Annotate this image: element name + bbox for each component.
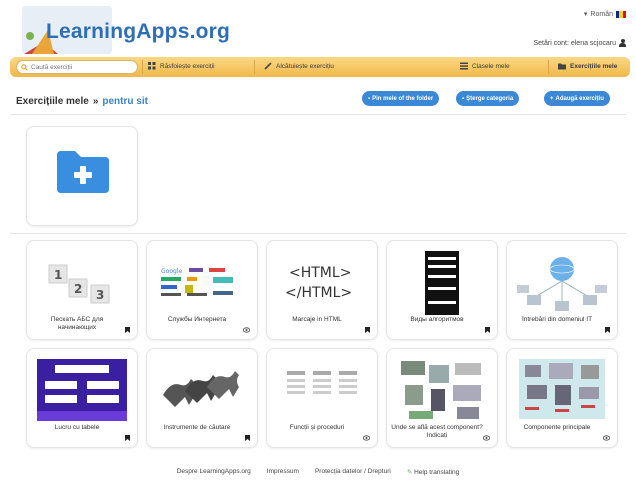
app-thumbnail	[519, 359, 605, 419]
app-title: Unde se află acest component? Indicați	[391, 424, 483, 439]
svg-text:</HTML>: </HTML>	[285, 285, 352, 301]
app-thumbnail: <HTML> </HTML>	[285, 265, 352, 301]
svg-text:Google: Google	[161, 268, 182, 275]
bookmark-icon	[605, 327, 610, 333]
eye-icon	[363, 435, 370, 441]
search-input[interactable]	[31, 63, 131, 71]
language-label: Român	[590, 10, 613, 18]
app-card[interactable]: Componente principale	[506, 348, 618, 448]
list-icon	[460, 62, 468, 70]
nav-classes-label: Clasele mele	[472, 62, 510, 70]
add-folder-icon	[57, 151, 109, 193]
pencil-icon: ✎	[406, 469, 413, 476]
nav-divider	[142, 60, 143, 74]
move-folder-label: Pin mele of the folder	[372, 95, 434, 102]
nav-browse[interactable]: Răsfoiește exerciții	[148, 62, 215, 70]
nav-my-exercises[interactable]: Exercițiile mele	[558, 62, 617, 70]
nav-create[interactable]: Alcătuiește exercițiu	[264, 62, 334, 70]
bookmark-icon	[125, 327, 130, 333]
svg-text:<HTML>: <HTML>	[289, 265, 351, 281]
eye-icon	[243, 327, 250, 333]
svg-text:3: 3	[96, 288, 104, 302]
app-card[interactable]: 1 2 3 Пескать АБС для начинающих	[26, 240, 138, 340]
page-title[interactable]: Exercițiile mele	[16, 96, 89, 107]
app-card[interactable]: Întrebări din domeniul IT	[506, 240, 618, 340]
app-title: Marcaje in HTML	[292, 316, 342, 323]
current-folder: pentru sit	[102, 96, 148, 107]
plus-icon: +	[550, 95, 554, 102]
app-title: Întrebări din domeniul IT	[521, 316, 593, 323]
language-selector[interactable]: ▾ Român	[584, 10, 626, 18]
app-card[interactable]: Instrumente de căutare	[146, 348, 258, 448]
delete-category-label: Șterge categoria	[466, 95, 514, 102]
bookmark-icon	[365, 327, 370, 333]
app-thumbnail: Google	[161, 268, 233, 296]
grid-icon	[148, 62, 156, 70]
account-settings-link[interactable]: Setări cont: elena scjocaru	[533, 39, 626, 47]
new-folder-card[interactable]	[26, 126, 138, 226]
add-exercise-label: Adaugă exercițiu	[555, 95, 604, 102]
footer-about-link[interactable]: Despre LearningApps.org	[177, 468, 251, 476]
app-title: Instrumente de căutare	[163, 424, 231, 431]
site-logo[interactable]: LearningApps.org	[46, 20, 230, 44]
main-navbar: Răsfoiește exerciții Alcătuiește exerciț…	[10, 57, 630, 77]
app-card[interactable]: Google Службы Интернета	[146, 240, 258, 340]
add-exercise-button[interactable]: + Adaugă exercițiu	[544, 91, 610, 106]
search-icon	[21, 63, 28, 71]
app-title: Пескать АБС для начинающих	[50, 316, 104, 331]
bookmark-icon	[125, 435, 130, 441]
nav-browse-label: Răsfoiește exerciții	[160, 62, 215, 70]
divider	[10, 233, 626, 234]
nav-classes[interactable]: Clasele mele	[460, 62, 510, 70]
app-title: Componente principale	[523, 424, 591, 431]
account-label: Setări cont: elena scjocaru	[533, 39, 617, 47]
move-folder-button[interactable]: ▪ Pin mele of the folder	[362, 91, 440, 106]
nav-my-exercises-label: Exercițiile mele	[570, 62, 618, 70]
footer-help-link[interactable]: ✎ Help translating	[407, 468, 459, 476]
nav-create-label: Alcătuiește exercițiu	[276, 62, 334, 70]
chevron-down-icon: ▾	[583, 11, 588, 18]
header: LearningApps.org ▾ Român Setări cont: el…	[0, 0, 636, 56]
divider	[10, 114, 626, 115]
app-thumbnail	[287, 371, 357, 394]
app-card[interactable]: Lucru cu tabele	[26, 348, 138, 448]
folder-small-icon	[558, 63, 566, 70]
trash-icon: ▪	[462, 95, 465, 102]
footer-impressum-link[interactable]: Impressum	[267, 468, 299, 476]
app-title: Службы Интернета	[167, 316, 227, 323]
breadcrumb: Exercițiile mele » pentru sit	[16, 96, 148, 107]
svg-text:2: 2	[74, 282, 82, 296]
app-title: Funcții și proceduri	[289, 424, 345, 431]
delete-category-button[interactable]: ▪ Șterge categoria	[456, 91, 520, 106]
app-card[interactable]: Виды алгоритмов	[386, 240, 498, 340]
app-card[interactable]: <HTML> </HTML> Marcaje in HTML	[266, 240, 378, 340]
app-thumbnail	[401, 361, 481, 419]
footer-privacy-link[interactable]: Protecția datelor / Drepturi	[315, 468, 391, 476]
footer-help-label: Help translating	[414, 469, 460, 476]
user-icon	[619, 39, 626, 47]
flag-icon	[616, 10, 626, 18]
app-thumbnail	[425, 251, 459, 315]
nav-divider	[254, 60, 255, 74]
app-title: Lucru cu tabele	[54, 424, 100, 431]
nav-divider	[548, 60, 549, 74]
eye-icon	[483, 435, 490, 441]
bookmark-icon	[245, 435, 250, 441]
app-thumbnail	[517, 257, 607, 311]
breadcrumb-separator: »	[92, 96, 99, 107]
app-thumbnail	[37, 359, 127, 421]
app-card[interactable]: Unde se află acest component? Indicați	[386, 348, 498, 448]
pencil-icon	[264, 62, 272, 70]
app-thumbnail: 1 2 3	[48, 264, 110, 304]
svg-text:1: 1	[54, 268, 62, 282]
bookmark-icon	[485, 327, 490, 333]
app-title: Виды алгоритмов	[410, 316, 464, 323]
search-box[interactable]	[16, 60, 138, 74]
eye-icon	[603, 435, 610, 441]
app-card[interactable]: Funcții și proceduri	[266, 348, 378, 448]
folder-small-icon: ▪	[368, 95, 371, 102]
footer: Despre LearningApps.org Impressum Protec…	[0, 468, 636, 476]
app-thumbnail	[163, 371, 239, 407]
